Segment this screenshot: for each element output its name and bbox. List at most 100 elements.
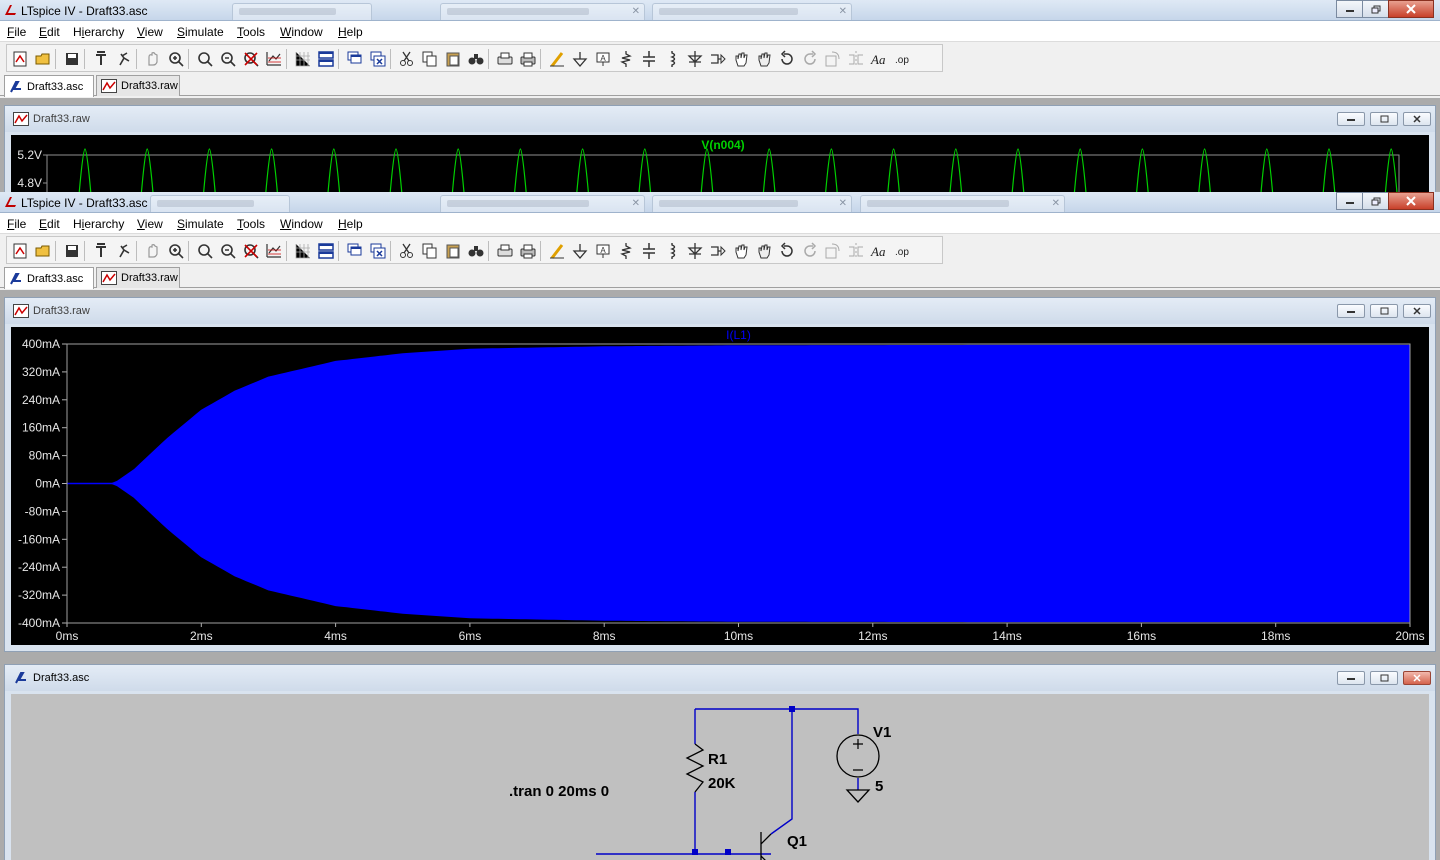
- zoom-in-button[interactable]: [167, 242, 185, 260]
- paste-button[interactable]: [444, 242, 462, 260]
- draw-wire-button[interactable]: [548, 242, 566, 260]
- tile-horizontal-button[interactable]: [317, 242, 335, 260]
- zoom-area-button[interactable]: [196, 50, 214, 68]
- menu-edit[interactable]: Edit: [39, 217, 60, 231]
- menu-hierarchy[interactable]: Hierarchy: [73, 217, 124, 231]
- open-button[interactable]: [34, 50, 52, 68]
- print-button[interactable]: [519, 50, 537, 68]
- diode-button[interactable]: [686, 50, 704, 68]
- resistor-symbol[interactable]: [685, 743, 705, 793]
- child-close-button[interactable]: [1403, 112, 1431, 126]
- find-button[interactable]: [467, 242, 485, 260]
- ground-button[interactable]: [571, 50, 589, 68]
- child-minimize-button[interactable]: [1337, 671, 1365, 685]
- redo-button[interactable]: [801, 242, 819, 260]
- child-minimize-button[interactable]: [1337, 112, 1365, 126]
- zoom-out-button[interactable]: [219, 242, 237, 260]
- inductor-button[interactable]: [663, 242, 681, 260]
- trace-label[interactable]: I(L1): [726, 328, 751, 342]
- open-button[interactable]: [34, 242, 52, 260]
- rotate-button[interactable]: [824, 242, 842, 260]
- restore-button[interactable]: [1362, 0, 1389, 18]
- schematic-canvas[interactable]: R1 20K V1 5 Q1 .tran 0 20ms 0: [11, 694, 1429, 860]
- tab-schematic[interactable]: Draft33.asc: [4, 75, 94, 97]
- drag-button[interactable]: [755, 50, 773, 68]
- component-ref[interactable]: V1: [873, 724, 891, 741]
- text-button[interactable]: Aa: [870, 50, 888, 68]
- grid-toggle-button[interactable]: [294, 50, 312, 68]
- print-button[interactable]: [519, 242, 537, 260]
- spice-directive[interactable]: .tran 0 20ms 0: [509, 783, 609, 800]
- label-net-button[interactable]: A: [594, 242, 612, 260]
- autorange-button[interactable]: [265, 50, 283, 68]
- restore-button[interactable]: [1362, 192, 1389, 210]
- undo-button[interactable]: [778, 50, 796, 68]
- run-button[interactable]: [115, 242, 133, 260]
- menu-tools[interactable]: Tools: [237, 25, 265, 39]
- menu-window[interactable]: Window: [280, 25, 323, 39]
- child-close-button[interactable]: [1403, 671, 1431, 685]
- new-schematic-button[interactable]: [11, 242, 29, 260]
- minimize-button[interactable]: [1336, 0, 1363, 18]
- tile-horizontal-button[interactable]: [317, 50, 335, 68]
- copy-button[interactable]: [421, 242, 439, 260]
- print-preview-button[interactable]: [496, 50, 514, 68]
- trace-i-l1[interactable]: [67, 344, 1411, 623]
- new-schematic-button[interactable]: [11, 50, 29, 68]
- menu-edit[interactable]: Edit: [39, 25, 60, 39]
- menu-hierarchy[interactable]: Hierarchy: [73, 25, 124, 39]
- cascade-button[interactable]: [346, 242, 364, 260]
- menu-window[interactable]: Window: [280, 217, 323, 231]
- cut-button[interactable]: [398, 50, 416, 68]
- menu-help[interactable]: Help: [338, 25, 363, 39]
- child-close-button[interactable]: [1403, 304, 1431, 318]
- drag-button[interactable]: [755, 242, 773, 260]
- child-restore-button[interactable]: [1370, 304, 1398, 318]
- capacitor-button[interactable]: [640, 50, 658, 68]
- move-button[interactable]: [732, 50, 750, 68]
- menu-simulate[interactable]: Simulate: [177, 25, 224, 39]
- text-button[interactable]: Aa: [870, 242, 888, 260]
- menu-file[interactable]: File: [7, 25, 26, 39]
- zoom-in-button[interactable]: [167, 50, 185, 68]
- waveform-plot-main[interactable]: 400mA 320mA 240mA 160mA 80mA 0mA -80mA -160mA -2…: [11, 327, 1429, 645]
- resistor-button[interactable]: [617, 242, 635, 260]
- waveform-plot-top[interactable]: V(n004) 5.2V 4.8V: [11, 135, 1429, 192]
- component-value[interactable]: 20K: [708, 775, 736, 792]
- cut-button[interactable]: [398, 242, 416, 260]
- close-all-button[interactable]: [369, 50, 387, 68]
- component-value[interactable]: 5: [875, 778, 883, 795]
- cascade-button[interactable]: [346, 50, 364, 68]
- tab-waveform[interactable]: Draft33.raw: [96, 267, 180, 288]
- tab-schematic[interactable]: Draft33.asc: [4, 267, 94, 289]
- undo-button[interactable]: [778, 242, 796, 260]
- menu-view[interactable]: View: [137, 217, 163, 231]
- control-panel-button[interactable]: [92, 50, 110, 68]
- child-restore-button[interactable]: [1370, 671, 1398, 685]
- copy-button[interactable]: [421, 50, 439, 68]
- draw-wire-button[interactable]: [548, 50, 566, 68]
- grid-toggle-button[interactable]: [294, 242, 312, 260]
- ground-symbol[interactable]: [845, 789, 871, 803]
- print-preview-button[interactable]: [496, 242, 514, 260]
- mirror-button[interactable]: [847, 50, 865, 68]
- menu-simulate[interactable]: Simulate: [177, 217, 224, 231]
- child-minimize-button[interactable]: [1337, 304, 1365, 318]
- component-button[interactable]: [709, 242, 727, 260]
- control-panel-button[interactable]: [92, 242, 110, 260]
- halt-button[interactable]: [144, 50, 162, 68]
- zoom-cancel-button[interactable]: [242, 50, 260, 68]
- move-button[interactable]: [732, 242, 750, 260]
- transistor-symbol[interactable]: [760, 832, 772, 860]
- label-net-button[interactable]: A: [594, 50, 612, 68]
- zoom-area-button[interactable]: [196, 242, 214, 260]
- wire[interactable]: [770, 709, 793, 835]
- resistor-button[interactable]: [617, 50, 635, 68]
- redo-button[interactable]: [801, 50, 819, 68]
- minimize-button[interactable]: [1336, 192, 1363, 210]
- zoom-out-button[interactable]: [219, 50, 237, 68]
- spice-directive-button[interactable]: .op: [893, 50, 911, 68]
- menu-tools[interactable]: Tools: [237, 217, 265, 231]
- mirror-button[interactable]: [847, 242, 865, 260]
- menu-file[interactable]: File: [7, 217, 26, 231]
